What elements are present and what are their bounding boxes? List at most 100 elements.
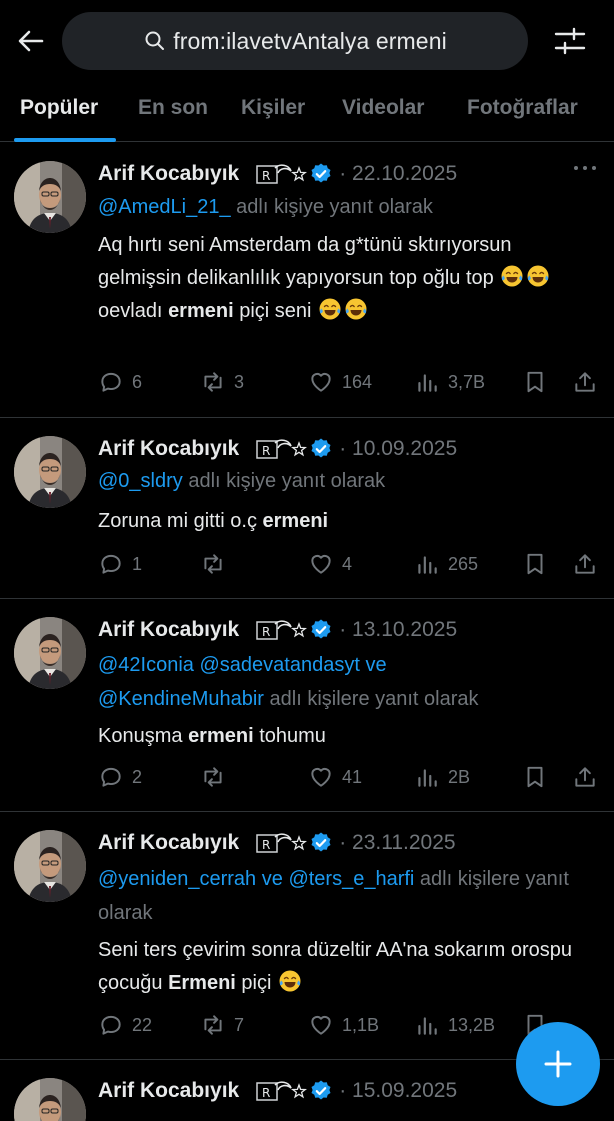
reply-icon (98, 369, 124, 395)
views-icon (414, 369, 440, 395)
verified-badge-icon (309, 618, 333, 642)
reply-handle[interactable]: @0_sldry (98, 470, 183, 492)
top-bar: from:ilavetvAntalya ermeni (0, 0, 614, 86)
back-arrow-icon[interactable] (14, 24, 48, 58)
reply-handle[interactable]: @sadevatandasyt (199, 654, 359, 676)
tweet-text: Aq hırtı seni Amsterdam da g*tünü sktırı… (98, 229, 598, 328)
reply-suffix: adlı kişiye yanıt olarak (182, 470, 386, 492)
tab-photos[interactable]: Fotoğraflar (467, 96, 578, 120)
repost-button[interactable]: 3 (200, 366, 244, 398)
avatar[interactable] (14, 161, 86, 233)
reply-context: @0_sldry adlı kişiye yanıt olarak (98, 467, 598, 496)
reply-button[interactable]: 2 (98, 761, 142, 793)
like-button[interactable]: 164 (308, 366, 372, 398)
tab-popular[interactable]: Popüler (20, 96, 98, 120)
bookmark-button[interactable] (522, 548, 548, 580)
share-icon (572, 764, 598, 790)
flag-emblem-icon (255, 616, 307, 644)
tab-videos[interactable]: Videolar (342, 96, 424, 120)
reply-icon (98, 551, 124, 577)
reply-count: 22 (132, 1014, 153, 1035)
reply-handle[interactable]: @KendineMuhabir (98, 688, 264, 710)
tweet-header: Arif Kocabıyık · 10.09.2025 (98, 434, 457, 464)
tweet-date[interactable]: · 23.11.2025 (339, 831, 455, 855)
author-name[interactable]: Arif Kocabıyık (98, 831, 239, 855)
verified-badge-icon (309, 831, 333, 855)
author-name[interactable]: Arif Kocabıyık (98, 162, 239, 186)
reply-button[interactable]: 6 (98, 366, 142, 398)
reply-button[interactable]: 22 (98, 1009, 152, 1041)
laughing-emoji-icon (318, 297, 342, 321)
views-button[interactable]: 3,7B (414, 366, 485, 398)
tweet-date[interactable]: · 22.10.2025 (339, 162, 457, 186)
view-count: 2B (448, 766, 471, 787)
reply-context: @AmedLi_21_ adlı kişiye yanıt olarak (98, 193, 598, 222)
views-button[interactable]: 2B (414, 761, 470, 793)
tab-latest[interactable]: En son (138, 96, 208, 120)
repost-icon (200, 369, 226, 395)
tweet[interactable]: Arif Kocabıyık · 22.10.2025 @AmedLi_21_ … (0, 143, 614, 418)
tweet-date[interactable]: · 13.10.2025 (339, 618, 457, 642)
like-button[interactable]: 41 (308, 761, 362, 793)
laughing-emoji-icon (500, 264, 524, 288)
search-tabs: Popüler En son Kişiler Videolar Fotoğraf… (0, 86, 614, 142)
more-options-icon[interactable] (572, 163, 598, 173)
repost-button[interactable] (200, 548, 226, 580)
tweet-date[interactable]: · 10.09.2025 (339, 437, 457, 461)
share-button[interactable] (572, 548, 598, 580)
reply-handle[interactable]: @yeniden_cerrah (98, 868, 256, 890)
tweet[interactable]: Arif Kocabıyık · 13.10.2025 @42Iconia @s… (0, 599, 614, 812)
avatar[interactable] (14, 1078, 86, 1121)
tweet-date[interactable]: · 15.09.2025 (339, 1079, 457, 1103)
author-name[interactable]: Arif Kocabıyık (98, 618, 239, 642)
share-button[interactable] (572, 761, 598, 793)
compose-button[interactable] (516, 1022, 600, 1106)
like-button[interactable]: 1,1B (308, 1009, 379, 1041)
tweet-text-part: Aq hırtı seni Amsterdam da g*tünü sktırı… (98, 234, 512, 289)
reply-handle[interactable]: @AmedLi_21_ (98, 196, 231, 218)
repost-icon (200, 1012, 226, 1038)
repost-button[interactable]: 7 (200, 1009, 244, 1041)
author-name[interactable]: Arif Kocabıyık (98, 1079, 239, 1103)
heart-icon (308, 551, 334, 577)
tweet-text: Konuşma ermeni tohumu (98, 720, 598, 753)
reply-button[interactable]: 1 (98, 548, 142, 580)
tab-people[interactable]: Kişiler (241, 96, 305, 120)
plus-icon (544, 1050, 572, 1078)
reply-handle[interactable]: @ters_e_harfi (288, 868, 414, 890)
highlighted-term: ermeni (262, 510, 329, 532)
like-count: 41 (342, 766, 363, 787)
like-button[interactable]: 4 (308, 548, 352, 580)
flag-emblem-icon (255, 435, 307, 463)
tweet[interactable]: Arif Kocabıyık · 10.09.2025 @0_sldry adl… (0, 418, 614, 599)
reply-connector: ve (359, 654, 387, 676)
filter-sliders-icon[interactable] (552, 24, 588, 58)
views-button[interactable]: 265 (414, 548, 478, 580)
bookmark-button[interactable] (522, 366, 548, 398)
tweet-header: Arif Kocabıyık · 22.10.2025 (98, 159, 457, 189)
reply-context: @yeniden_cerrah ve @ters_e_harfi adlı ki… (98, 862, 598, 930)
views-icon (414, 551, 440, 577)
highlighted-term: Ermeni (168, 972, 236, 994)
highlighted-term: ermeni (168, 300, 234, 322)
reply-handle[interactable]: @42Iconia (98, 654, 194, 676)
views-button[interactable]: 13,2B (414, 1009, 495, 1041)
tweet-actions: 1 4 265 (98, 548, 608, 580)
avatar[interactable] (14, 617, 86, 689)
repost-icon (200, 551, 226, 577)
repost-button[interactable] (200, 761, 226, 793)
tweet[interactable]: Arif Kocabıyık · 23.11.2025 @yeniden_cer… (0, 812, 614, 1060)
search-input[interactable]: from:ilavetvAntalya ermeni (62, 12, 528, 70)
author-name[interactable]: Arif Kocabıyık (98, 437, 239, 461)
search-query: from:ilavetvAntalya ermeni (173, 27, 447, 54)
avatar[interactable] (14, 436, 86, 508)
tweet-text-part: tohumu (253, 725, 326, 747)
avatar[interactable] (14, 830, 86, 902)
share-icon (572, 369, 598, 395)
flag-emblem-icon (255, 1077, 307, 1105)
share-button[interactable] (572, 366, 598, 398)
laughing-emoji-icon (526, 264, 550, 288)
tweet-header: Arif Kocabıyık · 23.11.2025 (98, 828, 456, 858)
tweet-text: Zoruna mi gitti o.ç ermeni (98, 505, 598, 538)
bookmark-button[interactable] (522, 761, 548, 793)
